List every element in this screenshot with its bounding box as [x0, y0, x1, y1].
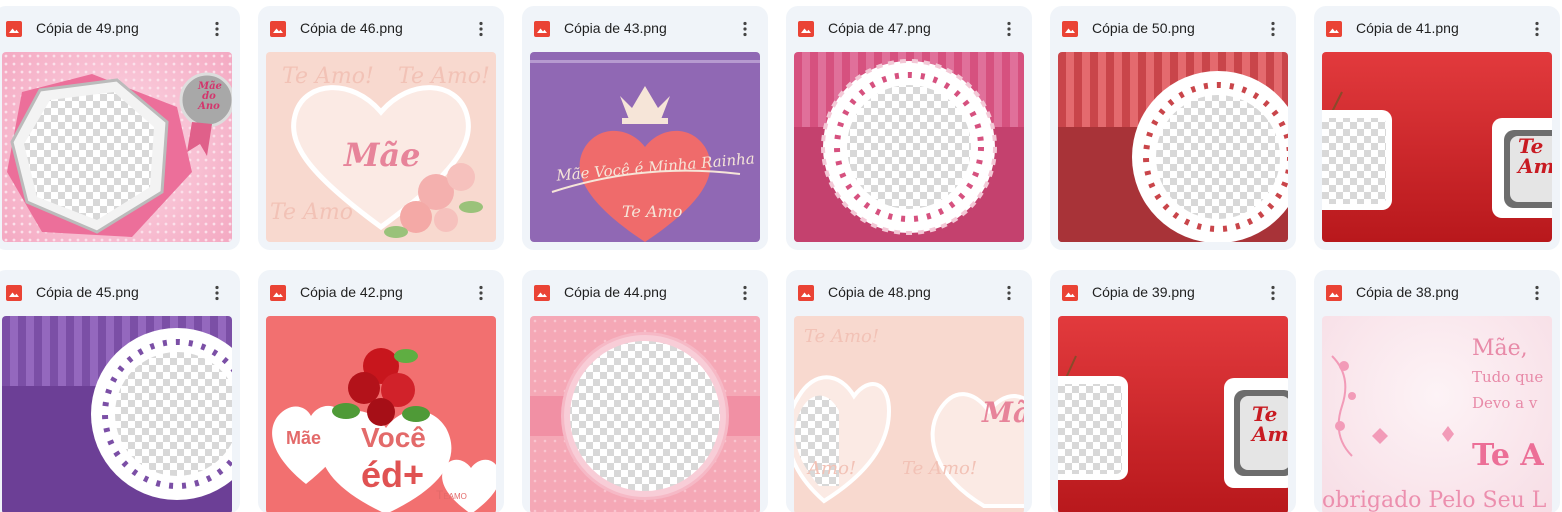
- file-card-header: Cópia de 39.png: [1050, 270, 1296, 316]
- more-vert-icon[interactable]: [472, 20, 490, 38]
- thumbnail-text: Devo a v: [1472, 394, 1538, 412]
- file-card-header: Cópia de 42.png: [258, 270, 504, 316]
- file-thumbnail[interactable]: [2, 316, 232, 512]
- thumbnail-text: Você: [361, 422, 426, 453]
- thumbnail-text: Teamo: [436, 488, 467, 502]
- thumbnail-text: Te Amo!: [398, 64, 490, 89]
- file-name[interactable]: Cópia de 44.png: [564, 284, 667, 300]
- file-name[interactable]: Cópia de 50.png: [1092, 20, 1195, 36]
- file-card-header: Cópia de 44.png: [522, 270, 768, 316]
- thumbnail-artwork: [2, 328, 232, 512]
- image-file-icon: [6, 285, 22, 301]
- thumbnail-text: éd+: [361, 454, 425, 495]
- file-name[interactable]: Cópia de 43.png: [564, 20, 667, 36]
- file-card[interactable]: Cópia de 49.png Mãe do Ano: [0, 6, 240, 250]
- file-card-header: Cópia de 43.png: [522, 6, 768, 52]
- thumbnail-text: Te Amo!: [282, 64, 374, 89]
- more-vert-icon[interactable]: [1000, 284, 1018, 302]
- file-card[interactable]: Cópia de 41.png TeAmo: [1314, 6, 1560, 250]
- file-thumbnail[interactable]: TeAmo: [1322, 52, 1552, 242]
- file-card-header: Cópia de 45.png: [0, 270, 240, 316]
- image-file-icon: [1326, 21, 1342, 37]
- thumbnail-text: obrigado Pelo Seu L: [1322, 488, 1547, 512]
- image-file-icon: [534, 285, 550, 301]
- thumbnail-text: Te A: [1472, 438, 1544, 473]
- thumbnail-text: Te Amo!: [902, 458, 978, 479]
- more-vert-icon[interactable]: [1264, 284, 1282, 302]
- thumbnail-text: Mãe: [286, 428, 322, 448]
- thumbnail-text: Amo!: [808, 458, 857, 479]
- file-thumbnail[interactable]: Te Amo! Te Amo! Mãe Te Amo: [266, 52, 496, 242]
- more-vert-icon[interactable]: [1264, 20, 1282, 38]
- thumbnail-artwork: [794, 59, 1024, 242]
- file-card[interactable]: Cópia de 45.png: [0, 270, 240, 512]
- file-thumbnail[interactable]: [1058, 52, 1288, 242]
- image-file-icon: [534, 21, 550, 37]
- file-thumbnail[interactable]: Te Amo! Amo! Te Amo! Mã: [794, 316, 1024, 512]
- file-card-header: Cópia de 41.png: [1314, 6, 1560, 52]
- file-card[interactable]: Cópia de 50.png: [1050, 6, 1296, 250]
- image-file-icon: [1062, 21, 1078, 37]
- file-thumbnail[interactable]: Mãe do Ano: [2, 52, 232, 242]
- file-card-header: Cópia de 38.png: [1314, 270, 1560, 316]
- more-vert-icon[interactable]: [1000, 20, 1018, 38]
- file-thumbnail[interactable]: TeAmo: [1058, 316, 1288, 512]
- image-file-icon: [798, 21, 814, 37]
- file-name[interactable]: Cópia de 49.png: [36, 20, 139, 36]
- image-file-icon: [1326, 285, 1342, 301]
- more-vert-icon[interactable]: [208, 20, 226, 38]
- file-name[interactable]: Cópia de 46.png: [300, 20, 403, 36]
- file-card[interactable]: Cópia de 48.png Te Amo! Amo! Te Amo! Mã: [786, 270, 1032, 512]
- thumbnail-text: Mãe: [344, 136, 421, 174]
- more-vert-icon[interactable]: [208, 284, 226, 302]
- file-card-header: Cópia de 50.png: [1050, 6, 1296, 52]
- more-vert-icon[interactable]: [736, 284, 754, 302]
- file-card[interactable]: Cópia de 43.png Mãe Você é Minha Rainha …: [522, 6, 768, 250]
- file-thumbnail[interactable]: [530, 316, 760, 512]
- file-grid: Cópia de 49.png Mãe do Ano Cópia de 46.p…: [0, 0, 1562, 512]
- file-thumbnail[interactable]: Mãe Você é Minha Rainha Te Amo: [530, 52, 760, 242]
- more-vert-icon[interactable]: [1528, 20, 1546, 38]
- thumbnail-text: Mã: [982, 396, 1024, 429]
- badge-text: Mãe do Ano: [198, 81, 222, 112]
- file-thumbnail[interactable]: Mãe Você éd+ Teamo: [266, 316, 496, 512]
- file-thumbnail[interactable]: Mãe, Tudo que Devo a v Te A obrigado Pel…: [1322, 316, 1552, 512]
- file-name[interactable]: Cópia de 38.png: [1356, 284, 1459, 300]
- image-file-icon: [270, 285, 286, 301]
- image-file-icon: [1062, 285, 1078, 301]
- file-name[interactable]: Cópia de 41.png: [1356, 20, 1459, 36]
- more-vert-icon[interactable]: [472, 284, 490, 302]
- file-name[interactable]: Cópia de 39.png: [1092, 284, 1195, 300]
- file-name[interactable]: Cópia de 42.png: [300, 284, 403, 300]
- thumbnail-text: Te Amo!: [804, 326, 880, 347]
- more-vert-icon[interactable]: [1528, 284, 1546, 302]
- thumbnail-text: Mãe,: [1472, 336, 1528, 361]
- file-card-header: Cópia de 48.png: [786, 270, 1032, 316]
- file-card[interactable]: Cópia de 47.png: [786, 6, 1032, 250]
- file-card-header: Cópia de 47.png: [786, 6, 1032, 52]
- more-vert-icon[interactable]: [736, 20, 754, 38]
- file-card[interactable]: Cópia de 46.png Te Amo! Te Amo! Mãe Te A…: [258, 6, 504, 250]
- thumbnail-text: TeAmo: [1518, 134, 1552, 178]
- image-file-icon: [798, 285, 814, 301]
- image-file-icon: [270, 21, 286, 37]
- file-name[interactable]: Cópia de 45.png: [36, 284, 139, 300]
- thumbnail-text: Tudo que: [1472, 368, 1544, 386]
- thumbnail-text: Te Amo: [622, 202, 683, 221]
- file-thumbnail[interactable]: [794, 52, 1024, 242]
- file-name[interactable]: Cópia de 47.png: [828, 20, 931, 36]
- thumbnail-artwork: [1058, 71, 1288, 242]
- thumbnail-text: Te Amo: [270, 200, 353, 225]
- file-card[interactable]: Cópia de 38.png Mãe, Tudo que Devo a v T…: [1314, 270, 1560, 512]
- image-file-icon: [6, 21, 22, 37]
- file-card-header: Cópia de 49.png: [0, 6, 240, 52]
- thumbnail-artwork: [530, 316, 760, 512]
- file-name[interactable]: Cópia de 48.png: [828, 284, 931, 300]
- file-card-header: Cópia de 46.png: [258, 6, 504, 52]
- thumbnail-text: TeAmo: [1252, 402, 1288, 446]
- file-card[interactable]: Cópia de 39.png TeAmo: [1050, 270, 1296, 512]
- file-card[interactable]: Cópia de 44.png: [522, 270, 768, 512]
- file-card[interactable]: Cópia de 42.png Mãe Você éd+ Teamo: [258, 270, 504, 512]
